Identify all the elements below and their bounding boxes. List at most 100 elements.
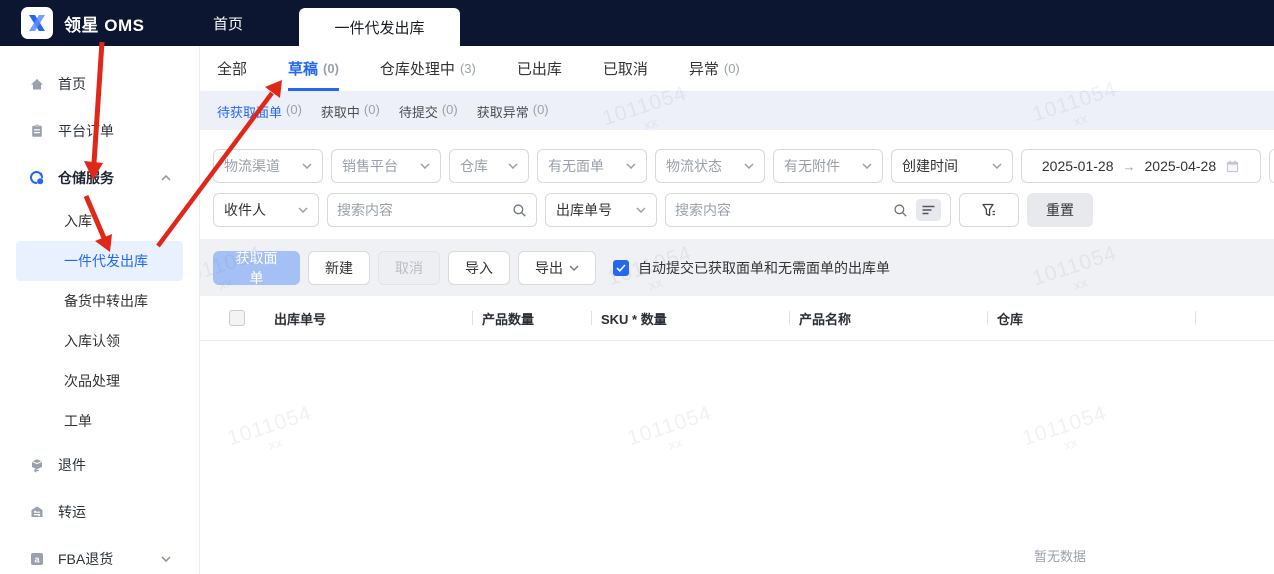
recipient-search-input[interactable] xyxy=(337,202,504,218)
date-start: 2025-01-28 xyxy=(1041,158,1114,174)
date-type-select[interactable]: 创建时间 xyxy=(891,149,1013,183)
chevron-down-icon xyxy=(626,163,636,169)
chevron-down-icon xyxy=(508,163,518,169)
return-package-icon xyxy=(28,456,45,473)
tab-draft[interactable]: 草稿 (0) xyxy=(288,46,339,91)
reset-button[interactable]: 重置 xyxy=(1027,193,1093,227)
has-label-select[interactable]: 有无面单 xyxy=(537,149,647,183)
action-bar: 获取面单 新建 取消 导入 导出 自动提交已获取面单和无需面单的出库单 xyxy=(200,239,1274,296)
sidebar-subitem-defective-handling[interactable]: 次品处理 xyxy=(0,361,199,401)
sidebar-subitem-inbound[interactable]: 入库 xyxy=(0,201,199,241)
get-label-button[interactable]: 获取面单 xyxy=(213,250,300,286)
warehouse-service-icon xyxy=(28,169,45,186)
logistics-channel-select[interactable]: 物流渠道 xyxy=(213,149,323,183)
order-no-field-select[interactable]: 出库单号 xyxy=(545,193,657,227)
watermark: 1011054xx xyxy=(224,401,315,454)
subtab-pending-submit[interactable]: 待提交 (0) xyxy=(399,102,458,121)
chevron-down-icon xyxy=(420,163,430,169)
select-all-checkbox[interactable] xyxy=(229,310,245,326)
sidebar-item-warehouse-service[interactable]: 仓储服务 xyxy=(0,154,199,201)
sidebar-item-returns[interactable]: 退件 xyxy=(0,441,199,488)
check-icon xyxy=(616,263,626,272)
main-content: 全部 草稿 (0) 仓库处理中 (3) 已出库 已取消 异常 (0) 待获取面单… xyxy=(200,46,1274,574)
status-tabs: 全部 草稿 (0) 仓库处理中 (3) 已出库 已取消 异常 (0) xyxy=(200,46,1274,92)
topnav-tab-dropship-outbound[interactable]: 一件代发出库 xyxy=(299,8,460,46)
order-search-input[interactable] xyxy=(675,202,885,218)
auto-submit-label: 自动提交已获取面单和无需面单的出库单 xyxy=(638,259,890,276)
sidebar-item-transfer[interactable]: 转运 xyxy=(0,488,199,535)
chevron-down-icon xyxy=(161,555,171,562)
clipboard-icon xyxy=(28,122,45,139)
sidebar-item-fba-returns[interactable]: a FBA退货 xyxy=(0,535,199,574)
app-logo[interactable] xyxy=(21,7,53,39)
column-header-product-qty[interactable]: 产品数量 xyxy=(472,296,591,340)
empty-state-text: 暂无数据 xyxy=(1033,549,1086,564)
watermark: 1011054xx xyxy=(1019,401,1110,454)
chevron-down-icon xyxy=(302,163,312,169)
recipient-field-select[interactable]: 收件人 xyxy=(213,193,319,227)
topnav-tab-home[interactable]: 首页 xyxy=(213,0,243,46)
app-title: 领星 OMS xyxy=(64,15,145,35)
tab-abnormal-count: (0) xyxy=(723,61,740,76)
lingxing-x-icon xyxy=(29,15,45,31)
warehouse-select[interactable]: 仓库 xyxy=(449,149,529,183)
calendar-icon xyxy=(1227,160,1239,172)
order-search-box xyxy=(665,193,951,227)
chevron-down-icon xyxy=(992,163,1002,169)
sidebar-subitem-work-order[interactable]: 工单 xyxy=(0,401,199,441)
chevron-down-icon xyxy=(636,207,646,213)
subtab-fetching[interactable]: 获取中 (0) xyxy=(321,102,380,121)
tab-cancelled[interactable]: 已取消 xyxy=(603,46,648,91)
sidebar-subitem-stock-transfer-outbound[interactable]: 备货中转出库 xyxy=(0,281,199,321)
search-icon xyxy=(894,203,907,217)
recipient-search-box xyxy=(327,193,537,227)
tab-shipped[interactable]: 已出库 xyxy=(517,46,562,91)
advanced-filter-button[interactable] xyxy=(959,193,1019,227)
subtab-fetch-error[interactable]: 获取异常 (0) xyxy=(477,102,549,121)
import-button[interactable]: 导入 xyxy=(448,250,510,285)
tab-draft-count: (0) xyxy=(323,61,339,76)
batch-search-icon[interactable] xyxy=(916,199,941,221)
tab-warehouse-processing[interactable]: 仓库处理中 (3) xyxy=(380,46,476,91)
column-header-extra xyxy=(1195,296,1274,340)
auto-submit-checkbox[interactable] xyxy=(613,259,629,276)
table-header: 出库单号 产品数量 SKU * 数量 产品名称 仓库 xyxy=(200,296,1274,341)
draft-subtabs: 待获取面单 (0) 获取中 (0) 待提交 (0) 获取异常 (0) xyxy=(200,92,1274,130)
filter-panel: 物流渠道 销售平台 仓库 有无面单 物流状态 有无附件 创建时间 2025-01… xyxy=(200,130,1274,227)
logistics-status-select[interactable]: 物流状态 xyxy=(655,149,765,183)
chevron-down-icon xyxy=(862,163,872,169)
cancel-button[interactable]: 取消 xyxy=(378,250,440,285)
tab-abnormal[interactable]: 异常 (0) xyxy=(689,46,740,91)
column-header-product-name[interactable]: 产品名称 xyxy=(789,296,987,340)
chevron-down-icon xyxy=(569,264,579,271)
sidebar-subitem-dropship-outbound[interactable]: 一件代发出库 xyxy=(16,241,183,281)
amazon-a-icon: a xyxy=(28,550,45,567)
search-icon xyxy=(513,203,526,217)
tab-all[interactable]: 全部 xyxy=(217,46,247,91)
subtab-pending-label[interactable]: 待获取面单 (0) xyxy=(217,102,302,121)
sidebar: 首页 平台订单 仓储服务 入库 一件代发出库 备货中转出库 入库认领 次品处理 … xyxy=(0,46,200,574)
watermark: 1011054xx xyxy=(624,401,715,454)
sidebar-subitem-inbound-claim[interactable]: 入库认领 xyxy=(0,321,199,361)
column-header-warehouse[interactable]: 仓库 xyxy=(987,296,1195,340)
auto-submit-option: 自动提交已获取面单和无需面单的出库单 xyxy=(613,258,890,278)
export-button[interactable]: 导出 xyxy=(518,250,596,285)
chevron-down-icon xyxy=(298,207,308,213)
sidebar-item-home[interactable]: 首页 xyxy=(0,60,199,107)
funnel-icon xyxy=(982,203,995,216)
create-button[interactable]: 新建 xyxy=(308,250,370,285)
transfer-box-icon xyxy=(28,503,45,520)
top-bar: 领星 OMS 首页 一件代发出库 xyxy=(0,0,1274,46)
column-header-order-no[interactable]: 出库单号 xyxy=(262,296,472,340)
column-header-sku-qty[interactable]: SKU * 数量 xyxy=(591,296,789,340)
tab-processing-count: (3) xyxy=(459,61,476,76)
chevron-up-icon xyxy=(161,174,171,181)
has-attachment-select[interactable]: 有无附件 xyxy=(773,149,883,183)
sidebar-item-platform-orders[interactable]: 平台订单 xyxy=(0,107,199,154)
sales-platform-select[interactable]: 销售平台 xyxy=(331,149,441,183)
extra-filter-select-clipped[interactable] xyxy=(1269,149,1274,183)
home-icon xyxy=(28,75,45,92)
date-range-picker[interactable]: 2025-01-28 → 2025-04-28 xyxy=(1021,149,1261,183)
date-end: 2025-04-28 xyxy=(1144,158,1217,174)
chevron-down-icon xyxy=(744,163,754,169)
